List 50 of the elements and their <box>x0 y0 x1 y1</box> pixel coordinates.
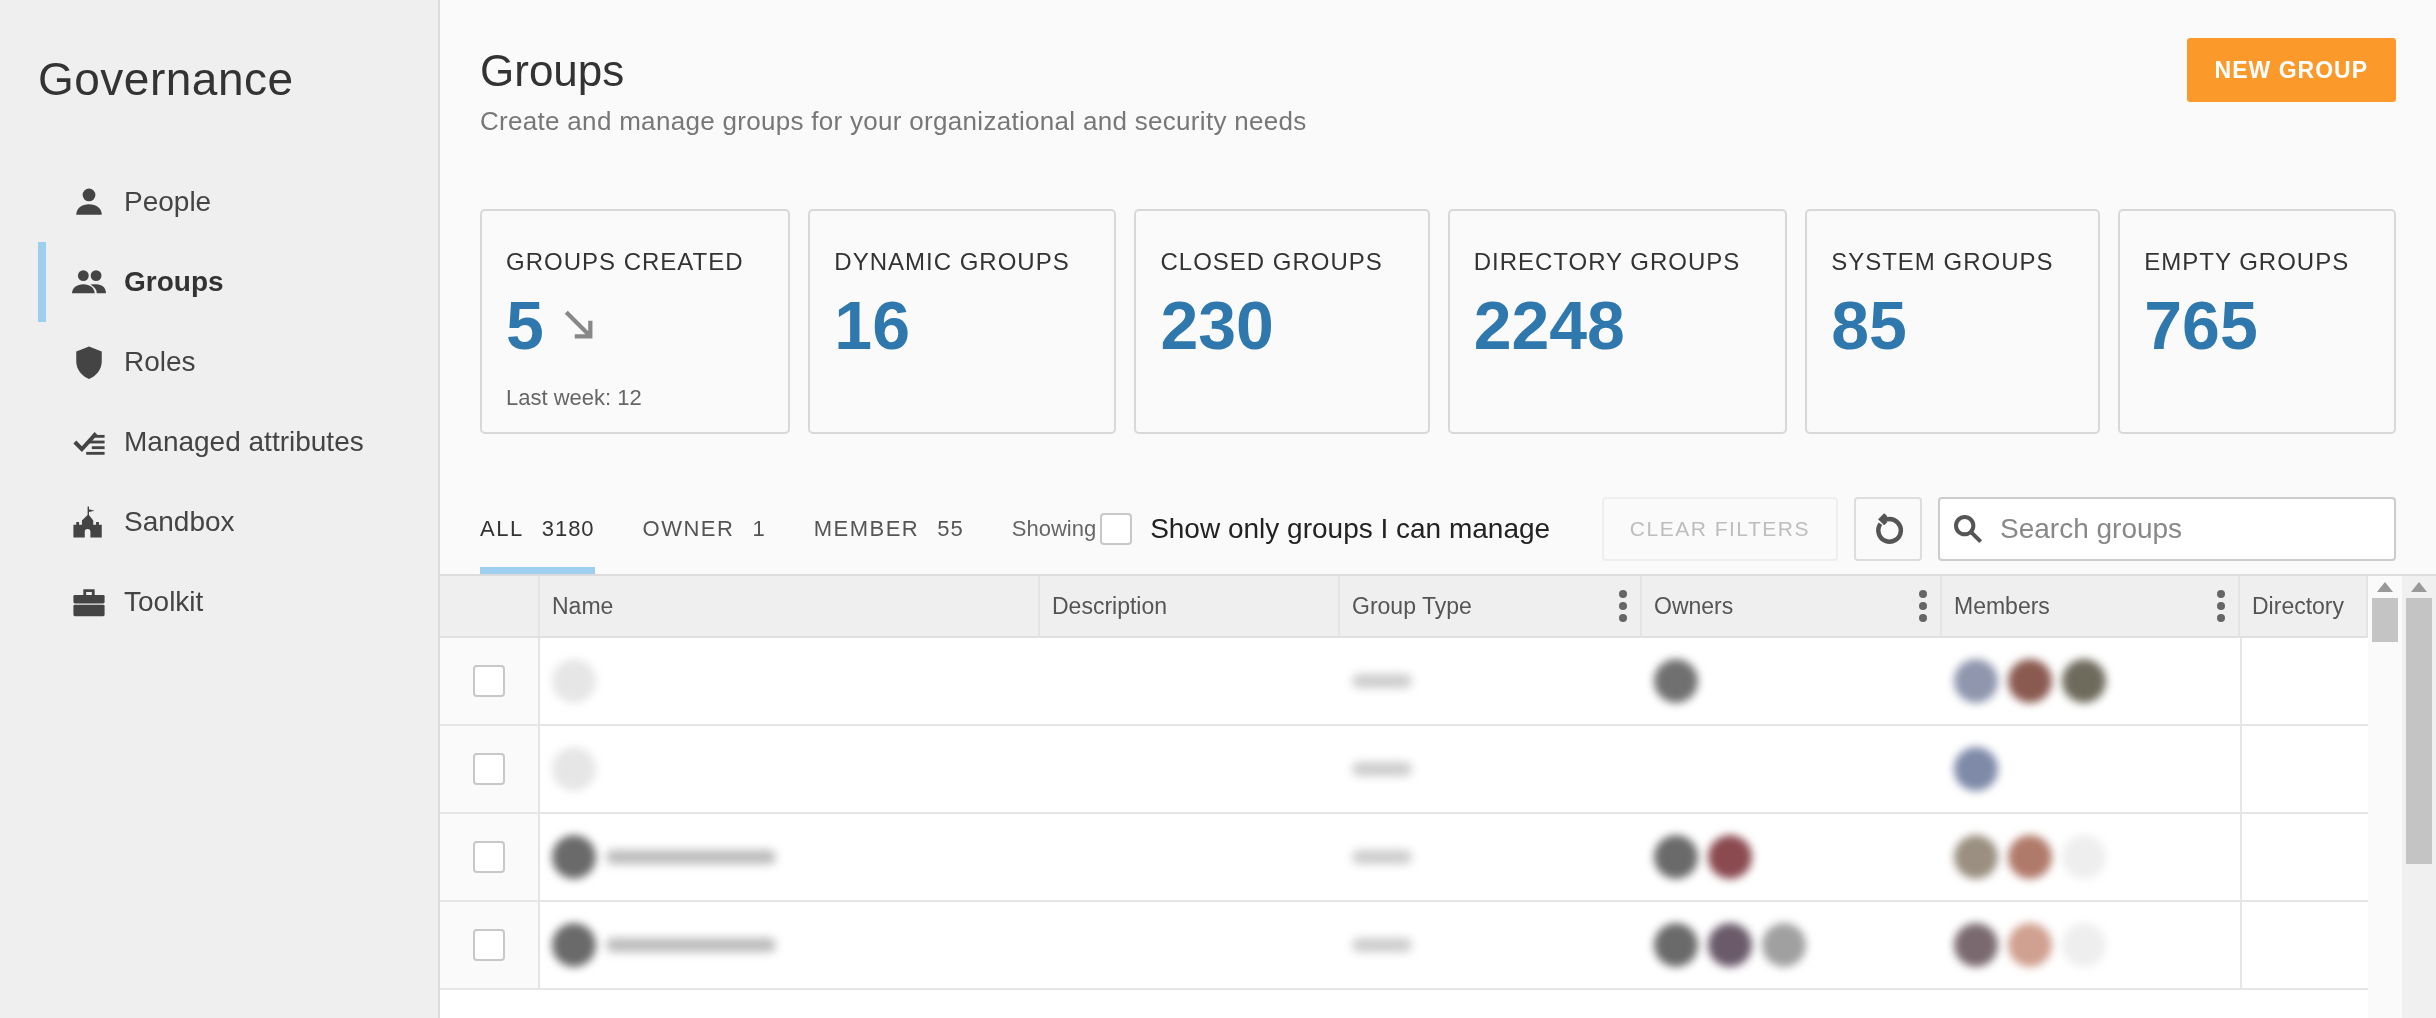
checkbox[interactable] <box>1100 513 1133 545</box>
sidebar-item[interactable]: Roles <box>38 322 438 402</box>
row-checkbox[interactable] <box>473 665 505 697</box>
stat-value: 16 <box>834 291 910 359</box>
filter-tab[interactable]: OWNER 1 <box>642 484 766 574</box>
row-checkbox[interactable] <box>473 929 505 961</box>
column-header[interactable]: Description <box>1040 576 1340 638</box>
stat-label: EMPTY GROUPS <box>2144 247 2351 277</box>
stat-note: Last week: 12 <box>506 385 643 411</box>
more-vertical-icon[interactable] <box>1918 589 1928 623</box>
page-title: Groups <box>480 46 626 96</box>
scroll-up-icon[interactable] <box>2377 582 2393 592</box>
showing-label: Showing <box>1011 516 1097 542</box>
checkbox-label: Show only groups I can manage <box>1150 513 1551 545</box>
sidebar-item[interactable]: Sandbox <box>38 482 438 562</box>
row-checkbox[interactable] <box>473 841 505 873</box>
refresh-button[interactable] <box>1854 497 1922 561</box>
blurred-text <box>1352 850 1412 864</box>
app-title: Governance <box>38 52 295 106</box>
stat-value: 230 <box>1160 291 1274 359</box>
scrollbar-thumb[interactable] <box>2406 598 2432 864</box>
blurred-text <box>1352 762 1412 776</box>
stat-value: 2248 <box>1473 291 1625 359</box>
stat-label: DYNAMIC GROUPS <box>834 247 1071 277</box>
row-checkbox[interactable] <box>473 753 505 785</box>
sidebar-item[interactable]: Toolkit <box>38 562 438 642</box>
search-icon <box>1952 513 1984 545</box>
filter-tab[interactable]: MEMBER 55 <box>813 484 964 574</box>
stat-label: GROUPS CREATED <box>506 247 745 277</box>
sidebar-item[interactable]: People <box>38 162 438 242</box>
search-field[interactable]: Search groups <box>1938 497 2396 561</box>
more-vertical-icon[interactable] <box>2216 589 2226 623</box>
stat-label: SYSTEM GROUPS <box>1831 247 2055 277</box>
stat-value: 765 <box>2144 291 2258 359</box>
column-header[interactable]: Owners <box>1642 576 1942 638</box>
page-subtitle: Create and manage groups for your organizational and security needs <box>480 106 1307 137</box>
stat-label: DIRECTORY GROUPS <box>1473 247 1742 277</box>
blurred-text <box>1352 674 1412 688</box>
more-vertical-icon[interactable] <box>1618 589 1628 623</box>
sidebar-item[interactable]: Managed attributes <box>38 402 438 482</box>
column-header[interactable]: Name <box>540 576 1040 638</box>
scroll-up-icon[interactable] <box>2411 582 2427 592</box>
column-header[interactable]: Members <box>1942 576 2240 638</box>
column-header[interactable]: Group Type <box>1340 576 1642 638</box>
stat-label: CLOSED GROUPS <box>1160 247 1384 277</box>
column-header[interactable]: Directory <box>2240 576 2368 638</box>
blurred-text <box>1352 938 1412 952</box>
scrollbar-thumb[interactable] <box>2372 598 2398 642</box>
stat-value: 5 <box>506 291 544 359</box>
stat-value: 85 <box>1831 291 1907 359</box>
